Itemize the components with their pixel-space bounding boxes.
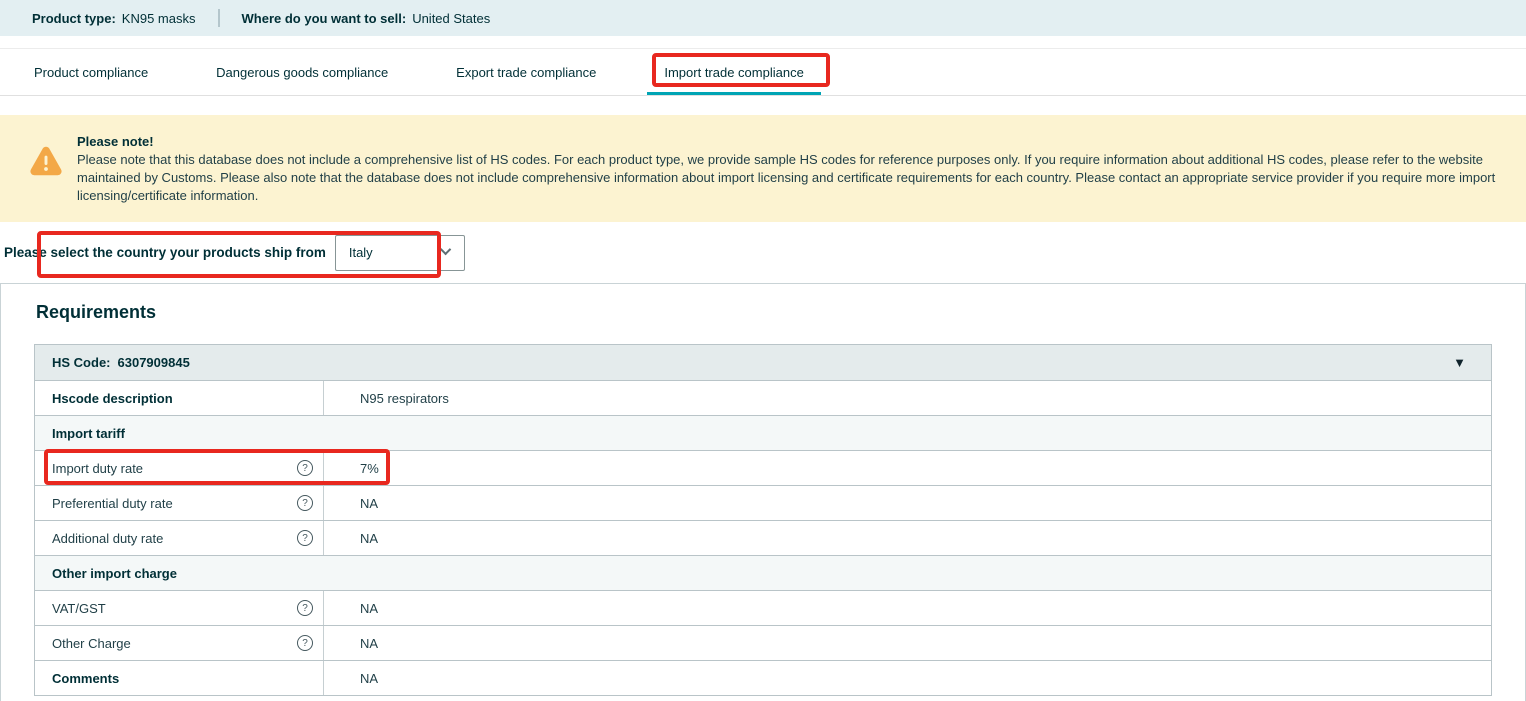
product-type-value: KN95 masks <box>122 11 196 26</box>
ship-from-label: Please select the country your products … <box>4 245 326 260</box>
section-row-import-tariff: Import tariff <box>35 415 1491 450</box>
hs-code-value: 6307909845 <box>118 355 190 370</box>
row-label: Other Charge ? <box>35 626 324 660</box>
ship-from-select[interactable]: Italy <box>335 235 465 271</box>
row-label-text: VAT/GST <box>52 601 106 616</box>
product-type-label: Product type: <box>32 11 116 26</box>
notice-title: Please note! <box>77 133 1510 151</box>
row-label: Import duty rate ? <box>35 451 324 485</box>
row-label-text: Other Charge <box>52 636 131 651</box>
warning-triangle-icon <box>30 146 64 222</box>
row-label: Comments <box>35 661 324 695</box>
hs-code-label: HS Code: <box>52 355 111 370</box>
notice-body: Please note that this database does not … <box>77 151 1510 205</box>
table-row-preferential-duty-rate: Preferential duty rate ? NA <box>35 485 1491 520</box>
notice-banner: Please note! Please note that this datab… <box>0 115 1526 222</box>
help-icon[interactable]: ? <box>297 495 313 511</box>
sell-destination-value: United States <box>412 11 490 26</box>
table-row-other-charge: Other Charge ? NA <box>35 625 1491 660</box>
section-label: Import tariff <box>52 426 125 441</box>
sell-destination-label: Where do you want to sell: <box>242 11 407 26</box>
table-row-additional-duty-rate: Additional duty rate ? NA <box>35 520 1491 555</box>
tab-import-trade-compliance[interactable]: Import trade compliance <box>647 49 820 95</box>
row-label-text: Preferential duty rate <box>52 496 173 511</box>
row-label: VAT/GST ? <box>35 591 324 625</box>
requirements-card: Requirements HS Code: 6307909845 ▼ Hscod… <box>0 283 1526 701</box>
help-icon[interactable]: ? <box>297 600 313 616</box>
hs-code-header[interactable]: HS Code: 6307909845 ▼ <box>35 345 1491 380</box>
table-row-comments: Comments NA <box>35 660 1491 695</box>
tab-bar: Product compliance Dangerous goods compl… <box>0 48 1526 96</box>
help-icon[interactable]: ? <box>297 460 313 476</box>
help-icon[interactable]: ? <box>297 635 313 651</box>
hs-code-panel: HS Code: 6307909845 ▼ Hscode description… <box>34 344 1492 696</box>
notice-content: Please note! Please note that this datab… <box>77 132 1510 222</box>
row-value: N95 respirators <box>324 381 449 415</box>
row-value: NA <box>324 626 378 660</box>
caret-down-icon[interactable]: ▼ <box>1453 356 1466 369</box>
requirements-heading: Requirements <box>36 299 1492 325</box>
help-icon[interactable]: ? <box>297 530 313 546</box>
tab-product-compliance[interactable]: Product compliance <box>17 49 165 95</box>
chevron-down-icon <box>440 244 451 255</box>
row-value: NA <box>324 661 378 695</box>
tab-export-trade-compliance[interactable]: Export trade compliance <box>439 49 613 95</box>
section-label: Other import charge <box>52 566 177 581</box>
vertical-divider <box>218 9 220 27</box>
ship-from-row: Please select the country your products … <box>0 222 1526 283</box>
section-row-other-import-charge: Other import charge <box>35 555 1491 590</box>
row-value: NA <box>324 591 378 625</box>
row-label-text: Import duty rate <box>52 461 143 476</box>
row-label: Hscode description <box>35 381 324 415</box>
row-value: NA <box>324 521 378 555</box>
row-value: NA <box>324 486 378 520</box>
context-bar: Product type: KN95 masks Where do you wa… <box>0 0 1526 36</box>
table-row-hscode-description: Hscode description N95 respirators <box>35 380 1491 415</box>
table-row-vat-gst: VAT/GST ? NA <box>35 590 1491 625</box>
table-row-import-duty-rate: Import duty rate ? 7% <box>35 450 1491 485</box>
row-label: Preferential duty rate ? <box>35 486 324 520</box>
ship-from-selected-value: Italy <box>349 245 373 260</box>
row-label: Additional duty rate ? <box>35 521 324 555</box>
tab-dangerous-goods-compliance[interactable]: Dangerous goods compliance <box>199 49 405 95</box>
compliance-tabs: Product compliance Dangerous goods compl… <box>0 49 1526 95</box>
row-value: 7% <box>324 451 379 485</box>
row-label-text: Additional duty rate <box>52 531 163 546</box>
